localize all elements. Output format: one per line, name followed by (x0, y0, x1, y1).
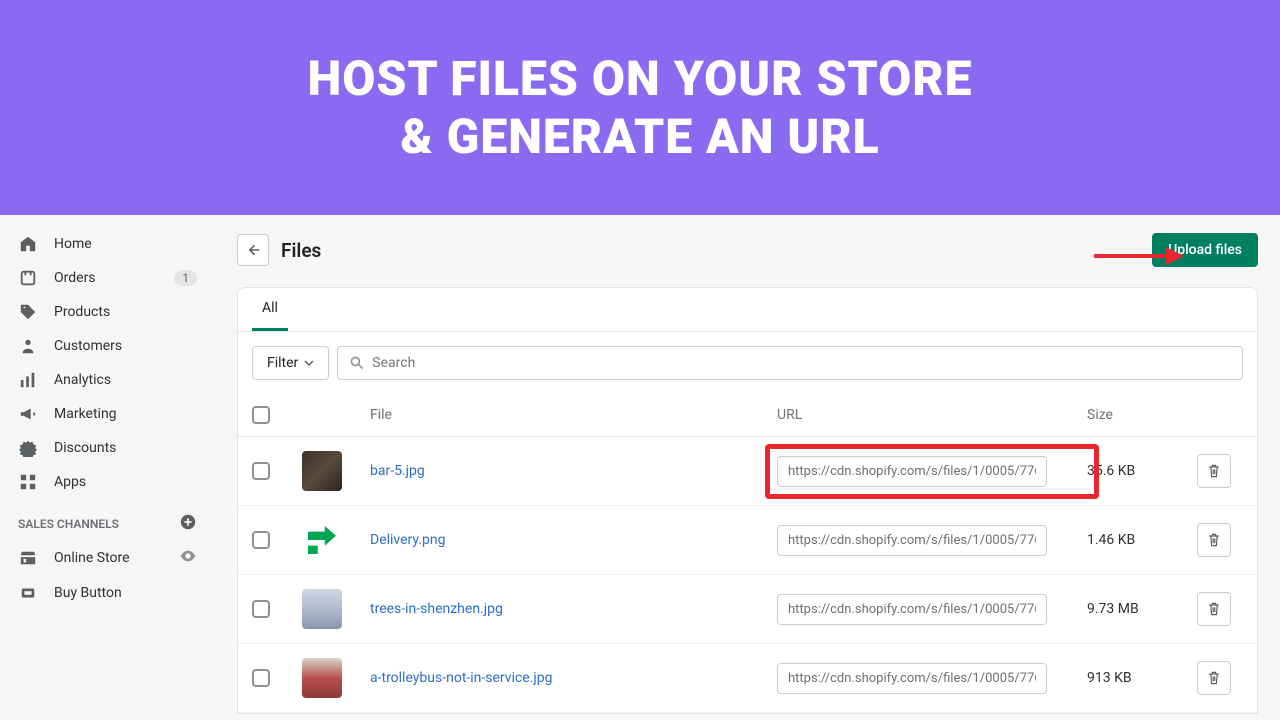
table-row: trees-in-shenzhen.jpg 9.73 MB (238, 575, 1257, 644)
header-file: File (362, 407, 777, 423)
sidebar-item-analytics[interactable]: Analytics (0, 363, 215, 397)
marketing-icon (18, 404, 38, 424)
orders-badge: 1 (174, 270, 197, 286)
delete-button[interactable] (1197, 454, 1231, 488)
sidebar-item-label: Analytics (54, 372, 111, 388)
filename-link[interactable]: Delivery.png (370, 532, 445, 548)
filename-link[interactable]: a-trolleybus-not-in-service.jpg (370, 670, 553, 686)
channel-online-store[interactable]: Online Store (0, 540, 215, 576)
home-icon (18, 234, 38, 254)
url-input[interactable] (777, 594, 1047, 625)
sidebar-item-label: Orders (54, 270, 96, 286)
sidebar-item-products[interactable]: Products (0, 295, 215, 329)
page-title: Files (281, 239, 321, 262)
file-size: 35.6 KB (1087, 463, 1197, 479)
table-header: File URL Size (238, 394, 1257, 437)
files-card: All Filter File URL Size (237, 287, 1258, 714)
delete-button[interactable] (1197, 523, 1231, 557)
eye-icon[interactable] (179, 547, 197, 569)
row-checkbox[interactable] (252, 600, 270, 618)
caret-down-icon (304, 358, 314, 368)
delete-button[interactable] (1197, 661, 1231, 695)
back-button[interactable] (237, 234, 269, 266)
sidebar-item-apps[interactable]: Apps (0, 465, 215, 499)
thumbnail (302, 451, 342, 491)
files-table: File URL Size bar-5.jpg 35.6 KB Del (238, 394, 1257, 713)
sidebar-item-discounts[interactable]: Discounts (0, 431, 215, 465)
trash-icon (1206, 532, 1222, 548)
search-icon (349, 355, 365, 371)
sidebar-item-orders[interactable]: Orders 1 (0, 261, 215, 295)
apps-icon (18, 472, 38, 492)
trash-icon (1206, 601, 1222, 617)
store-icon (18, 548, 38, 568)
sidebar-item-label: Home (54, 236, 92, 252)
tab-all[interactable]: All (252, 288, 288, 331)
buy-icon (18, 583, 38, 603)
sidebar-item-label: Customers (54, 338, 122, 354)
sidebar-item-customers[interactable]: Customers (0, 329, 215, 363)
row-checkbox[interactable] (252, 531, 270, 549)
table-row: a-trolleybus-not-in-service.jpg 913 KB (238, 644, 1257, 713)
delete-button[interactable] (1197, 592, 1231, 626)
thumbnail (302, 658, 342, 698)
thumbnail (302, 520, 342, 560)
url-input[interactable] (777, 663, 1047, 694)
upload-files-button[interactable]: Upload files (1152, 233, 1258, 267)
trash-icon (1206, 670, 1222, 686)
channel-buy-button[interactable]: Buy Button (0, 576, 215, 610)
sidebar-item-label: Apps (54, 474, 86, 490)
main-content: Files Upload files All Filter (215, 215, 1280, 720)
sales-channels-header: SALES CHANNELS (0, 499, 215, 540)
table-row: Delivery.png 1.46 KB (238, 506, 1257, 575)
trash-icon (1206, 463, 1222, 479)
url-input[interactable] (777, 456, 1047, 487)
select-all-checkbox[interactable] (252, 406, 270, 424)
row-checkbox[interactable] (252, 462, 270, 480)
sidebar-item-home[interactable]: Home (0, 227, 215, 261)
page-header: Files Upload files (215, 215, 1280, 277)
channel-label: Buy Button (54, 585, 122, 601)
discounts-icon (18, 438, 38, 458)
banner: HOST FILES ON YOUR STORE & GENERATE AN U… (0, 0, 1280, 215)
sidebar-item-label: Products (54, 304, 110, 320)
search-input[interactable] (337, 346, 1243, 380)
orders-icon (18, 268, 38, 288)
file-size: 9.73 MB (1087, 601, 1197, 617)
sidebar-item-marketing[interactable]: Marketing (0, 397, 215, 431)
filter-button[interactable]: Filter (252, 346, 329, 380)
sidebar-item-label: Marketing (54, 406, 117, 422)
channel-label: Online Store (54, 550, 130, 566)
search-wrapper (337, 346, 1243, 380)
tabs: All (238, 288, 1257, 332)
header-size: Size (1087, 407, 1197, 423)
banner-title: HOST FILES ON YOUR STORE & GENERATE AN U… (308, 50, 973, 165)
filename-link[interactable]: bar-5.jpg (370, 463, 425, 479)
url-input[interactable] (777, 525, 1047, 556)
thumbnail (302, 589, 342, 629)
filter-bar: Filter (238, 332, 1257, 394)
header-url: URL (777, 407, 1087, 423)
products-icon (18, 302, 38, 322)
analytics-icon (18, 370, 38, 390)
row-checkbox[interactable] (252, 669, 270, 687)
sidebar: Home Orders 1 Products Customers Analyti… (0, 215, 215, 720)
file-size: 1.46 KB (1087, 532, 1197, 548)
table-row: bar-5.jpg 35.6 KB (238, 437, 1257, 506)
arrow-left-icon (245, 242, 261, 258)
sidebar-item-label: Discounts (54, 440, 116, 456)
file-size: 913 KB (1087, 670, 1197, 686)
add-channel-icon[interactable] (179, 513, 197, 534)
filename-link[interactable]: trees-in-shenzhen.jpg (370, 601, 503, 617)
customers-icon (18, 336, 38, 356)
